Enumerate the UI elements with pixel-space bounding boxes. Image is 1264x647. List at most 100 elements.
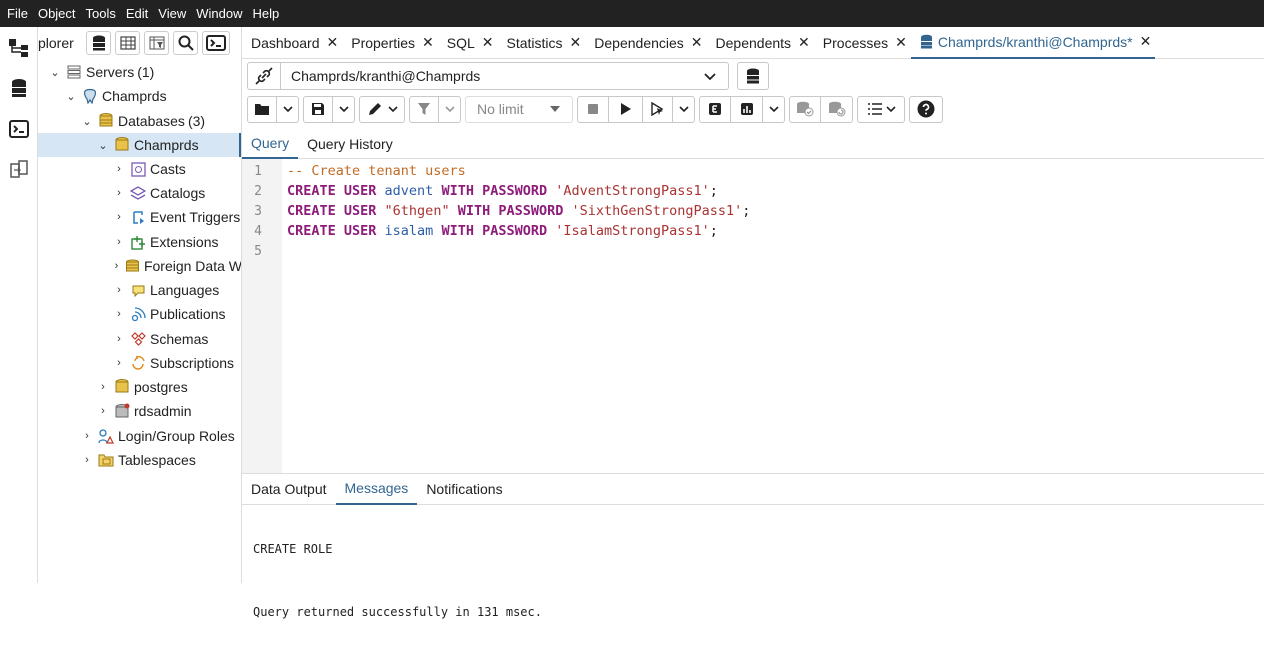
- save-button[interactable]: [303, 95, 333, 123]
- schemas-icon: [130, 331, 146, 347]
- database-stack-icon[interactable]: [8, 77, 30, 99]
- chevron-right-icon[interactable]: ›: [112, 308, 126, 320]
- tab-query-history[interactable]: Query History: [298, 129, 402, 159]
- tree-node-event-triggers[interactable]: › Event Triggers: [112, 205, 241, 229]
- tree-node-foreign-data-wrappers[interactable]: › Foreign Data W: [112, 254, 242, 278]
- tab-notifications[interactable]: Notifications: [417, 473, 511, 505]
- explain-analyze-button[interactable]: [731, 95, 763, 123]
- menu-file[interactable]: File: [7, 6, 28, 21]
- execute-dropdown[interactable]: [673, 95, 695, 123]
- close-icon[interactable]: ✕: [691, 34, 703, 51]
- help-button[interactable]: [909, 95, 943, 123]
- execute-options-button[interactable]: [643, 95, 673, 123]
- filter-button[interactable]: [409, 95, 439, 123]
- menu-object[interactable]: Object: [38, 6, 76, 21]
- explain-dropdown[interactable]: [763, 95, 785, 123]
- chevron-right-icon[interactable]: ›: [112, 163, 126, 175]
- stop-button[interactable]: [577, 95, 609, 123]
- chevron-right-icon[interactable]: ›: [112, 211, 126, 223]
- tree-node-schemas[interactable]: › Schemas: [112, 327, 241, 351]
- menu-help[interactable]: Help: [253, 6, 280, 21]
- tab-dashboard[interactable]: Dashboard ✕: [242, 27, 342, 59]
- chevron-right-icon[interactable]: ›: [112, 260, 121, 272]
- close-icon[interactable]: ✕: [1140, 33, 1152, 50]
- database-icon: [747, 68, 759, 84]
- connection-status-button[interactable]: [247, 62, 281, 90]
- menu-edit[interactable]: Edit: [126, 6, 148, 21]
- chevron-right-icon[interactable]: ›: [112, 284, 126, 296]
- row-limit-select[interactable]: No limit: [465, 95, 573, 123]
- chevron-right-icon[interactable]: ›: [96, 405, 110, 417]
- tree-node-languages[interactable]: › Languages: [112, 278, 241, 302]
- chevron-right-icon[interactable]: ›: [96, 381, 110, 393]
- tree-node-extensions[interactable]: › Extensions: [112, 230, 241, 254]
- search-objects-button[interactable]: [173, 31, 198, 55]
- new-connection-button[interactable]: [737, 62, 769, 90]
- save-dropdown[interactable]: [333, 95, 355, 123]
- chevron-down-icon[interactable]: ⌄: [96, 139, 110, 152]
- close-icon[interactable]: ✕: [895, 34, 907, 51]
- tab-messages[interactable]: Messages: [335, 473, 418, 505]
- close-icon[interactable]: ✕: [482, 34, 494, 51]
- tree-node-postgres[interactable]: › postgres: [96, 375, 241, 399]
- tree-node-tablespaces[interactable]: › Tablespaces: [80, 448, 241, 472]
- chevron-down-icon[interactable]: ⌄: [48, 66, 62, 79]
- tree-node-selected-database[interactable]: ⌄ Champrds: [38, 133, 241, 157]
- macros-button[interactable]: [857, 95, 905, 123]
- tab-query-tool[interactable]: Champrds/kranthi@Champrds* ✕: [910, 27, 1156, 59]
- tab-processes[interactable]: Processes ✕: [814, 27, 911, 59]
- chevron-right-icon[interactable]: ›: [112, 236, 126, 248]
- tree-node-rdsadmin[interactable]: › rdsadmin: [96, 399, 241, 423]
- tree-node-servers[interactable]: ⌄ Servers (1): [48, 60, 241, 84]
- menu-view[interactable]: View: [158, 6, 186, 21]
- tab-data-output[interactable]: Data Output: [242, 473, 336, 505]
- chevron-right-icon[interactable]: ›: [112, 357, 126, 369]
- sql-editor[interactable]: 1 2 3 4 5 -- Create tenant users CREATE …: [242, 159, 1264, 473]
- tree-node-databases[interactable]: ⌄ Databases (3): [80, 109, 241, 133]
- tree-node-publications[interactable]: › Publications: [112, 302, 241, 326]
- connection-select[interactable]: Champrds/kranthi@Champrds: [280, 62, 729, 90]
- chevron-down-icon: [282, 105, 293, 112]
- tree-node-server[interactable]: ⌄ Champrds: [64, 84, 241, 108]
- chevron-right-icon[interactable]: ›: [80, 454, 94, 466]
- chevron-right-icon[interactable]: ›: [112, 187, 126, 199]
- chevron-right-icon[interactable]: ›: [80, 430, 94, 442]
- tab-properties[interactable]: Properties ✕: [342, 27, 438, 59]
- tab-query[interactable]: Query: [242, 129, 299, 159]
- close-icon[interactable]: ✕: [570, 34, 582, 51]
- rollback-button[interactable]: [821, 95, 853, 123]
- tree-node-catalogs[interactable]: › Catalogs: [112, 181, 241, 205]
- close-icon[interactable]: ✕: [327, 34, 339, 51]
- menu-tools[interactable]: Tools: [86, 6, 116, 21]
- chevron-down-icon[interactable]: ⌄: [80, 115, 94, 128]
- open-file-button[interactable]: [247, 95, 277, 123]
- filter-dropdown[interactable]: [439, 95, 461, 123]
- chevron-right-icon[interactable]: ›: [112, 333, 126, 345]
- tab-dependencies[interactable]: Dependencies ✕: [585, 27, 706, 59]
- menu-window[interactable]: Window: [196, 6, 242, 21]
- chevron-down-icon[interactable]: ⌄: [64, 90, 78, 103]
- tab-dependents[interactable]: Dependents ✕: [707, 27, 814, 59]
- database-locked-icon: [114, 403, 130, 419]
- object-explorer-icon[interactable]: [8, 37, 30, 59]
- edit-menu-button[interactable]: [359, 95, 405, 123]
- open-file-dropdown[interactable]: [277, 95, 299, 123]
- query-tool-button[interactable]: [86, 31, 111, 55]
- tree-node-subscriptions[interactable]: › Subscriptions: [112, 351, 241, 375]
- explain-button[interactable]: [699, 95, 731, 123]
- tab-sql[interactable]: SQL ✕: [438, 27, 498, 59]
- view-data-button[interactable]: [115, 31, 140, 55]
- execute-button[interactable]: [609, 95, 643, 123]
- schema-diff-icon[interactable]: [8, 158, 30, 180]
- tab-statistics[interactable]: Statistics ✕: [498, 27, 586, 59]
- psql-tool-button[interactable]: [202, 31, 230, 55]
- tree-node-login-group-roles[interactable]: › Login/Group Roles: [80, 424, 241, 448]
- close-icon[interactable]: ✕: [798, 34, 810, 51]
- tree-node-casts[interactable]: › Casts: [112, 157, 241, 181]
- close-icon[interactable]: ✕: [422, 34, 434, 51]
- commit-button[interactable]: [789, 95, 821, 123]
- tree-node-label: Foreign Data W: [143, 258, 242, 274]
- filtered-rows-button[interactable]: [144, 31, 169, 55]
- sql-identifier: advent: [384, 183, 434, 199]
- terminal-icon[interactable]: [8, 118, 30, 140]
